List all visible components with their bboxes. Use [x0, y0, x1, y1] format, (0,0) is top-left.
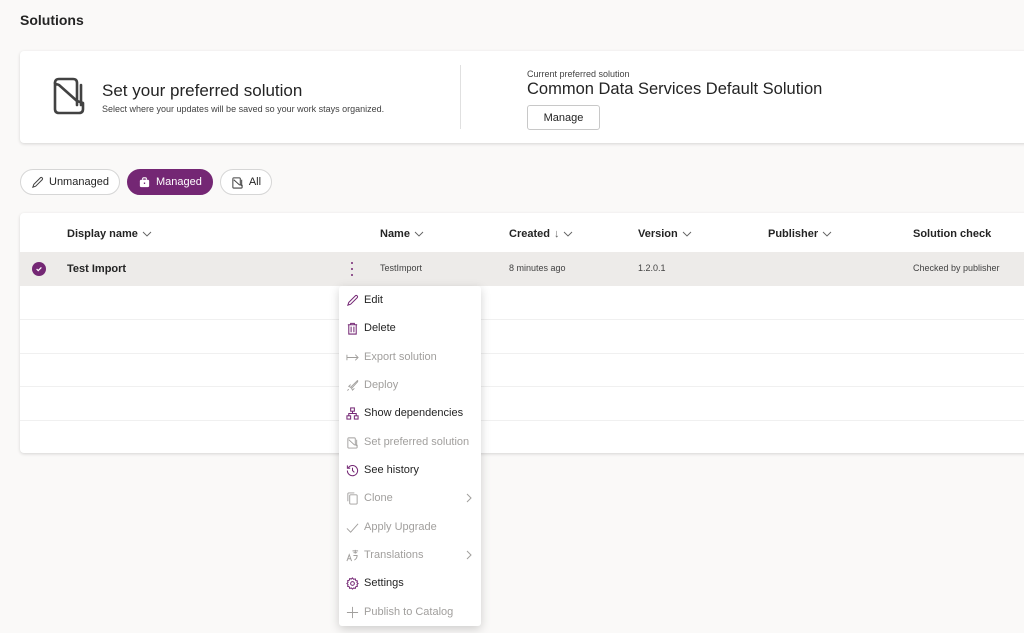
menu-item-export-solution[interactable]: Export solution [339, 343, 481, 371]
menu-item-deploy[interactable]: Deploy [339, 371, 481, 399]
preferred-solution-card: Set your preferred solution Select where… [20, 51, 1024, 143]
filter-label: All [248, 176, 262, 188]
copy-icon [346, 491, 358, 505]
translate-icon [345, 549, 358, 561]
column-header-display-name[interactable]: Display name [67, 228, 152, 240]
chevron-right-icon [466, 493, 472, 503]
solution-icon [53, 77, 85, 115]
cell-version: 1.2.0.1 [638, 263, 666, 273]
column-header-name[interactable]: Name [380, 228, 424, 240]
chevron-right-icon [466, 550, 472, 560]
empty-row [20, 387, 1024, 421]
menu-item-edit[interactable]: Edit [339, 286, 481, 314]
cell-solution-check: Checked by publisher [913, 263, 1000, 273]
pencil-icon [346, 294, 358, 306]
menu-item-translations[interactable]: Translations [339, 541, 481, 569]
history-icon [346, 464, 358, 476]
trash-icon [347, 322, 357, 335]
filter-label: Unmanaged [49, 176, 109, 188]
current-preferred-label: Current preferred solution [527, 69, 630, 79]
table-row[interactable]: Test Import TestImport 8 minutes ago 1.2… [20, 252, 1024, 286]
menu-item-publish-to-catalog[interactable]: Publish to Catalog [339, 598, 481, 626]
menu-item-settings[interactable]: Settings [339, 569, 481, 597]
hierarchy-icon [345, 406, 359, 420]
solution-icon [346, 436, 358, 449]
card-divider [460, 65, 461, 129]
export-arrow-icon [345, 353, 359, 361]
menu-item-show-dependencies[interactable]: Show dependencies [339, 399, 481, 427]
chevron-down-icon [822, 231, 832, 237]
manage-button[interactable]: Manage [527, 105, 600, 130]
column-header-version[interactable]: Version [638, 228, 692, 240]
column-header-created[interactable]: Created ↓ [509, 228, 573, 240]
checkmark-icon [36, 266, 42, 272]
row-checkbox[interactable] [32, 262, 46, 276]
context-menu: Edit Delete Export solution Deploy Show … [339, 286, 481, 626]
preferred-subtext: Select where your updates will be saved … [102, 104, 385, 114]
current-preferred-value: Common Data Services Default Solution [527, 80, 823, 98]
filter-pills: Unmanaged Managed All [20, 169, 273, 195]
checkmark-icon [346, 522, 358, 533]
empty-row [20, 286, 1024, 320]
chevron-down-icon [414, 231, 424, 237]
filter-label: Managed [155, 176, 202, 188]
grid-header: Display name Name Created ↓ Version Publ… [20, 213, 1024, 252]
column-header-publisher[interactable]: Publisher [768, 228, 832, 240]
chevron-down-icon [564, 231, 573, 237]
page-title: Solutions [20, 12, 84, 28]
chevron-down-icon [142, 231, 152, 237]
cell-created: 8 minutes ago [509, 263, 566, 273]
filter-unmanaged[interactable]: Unmanaged [20, 169, 120, 195]
sort-descending-icon: ↓ [553, 228, 560, 240]
cell-name: TestImport [380, 263, 423, 273]
menu-item-apply-upgrade[interactable]: Apply Upgrade [339, 513, 481, 541]
menu-item-delete[interactable]: Delete [339, 314, 481, 342]
more-options-button[interactable] [348, 260, 356, 278]
empty-row [20, 353, 1024, 387]
gear-icon [345, 576, 359, 590]
preferred-heading: Set your preferred solution [102, 81, 303, 100]
pencil-icon [32, 176, 44, 188]
briefcase-icon [139, 176, 150, 187]
cell-display-name[interactable]: Test Import [67, 263, 126, 275]
plus-icon [346, 606, 358, 618]
column-header-solution-check[interactable]: Solution check [913, 228, 991, 240]
menu-item-clone[interactable]: Clone [339, 484, 481, 512]
filter-managed[interactable]: Managed [126, 169, 213, 195]
solution-icon [232, 176, 243, 189]
filter-all[interactable]: All [219, 169, 273, 195]
chevron-down-icon [682, 231, 692, 237]
empty-row [20, 320, 1024, 354]
menu-item-set-preferred-solution[interactable]: Set preferred solution [339, 428, 481, 456]
rocket-icon [346, 379, 358, 391]
menu-item-see-history[interactable]: See history [339, 456, 481, 484]
solutions-grid: Display name Name Created ↓ Version Publ… [20, 213, 1024, 453]
